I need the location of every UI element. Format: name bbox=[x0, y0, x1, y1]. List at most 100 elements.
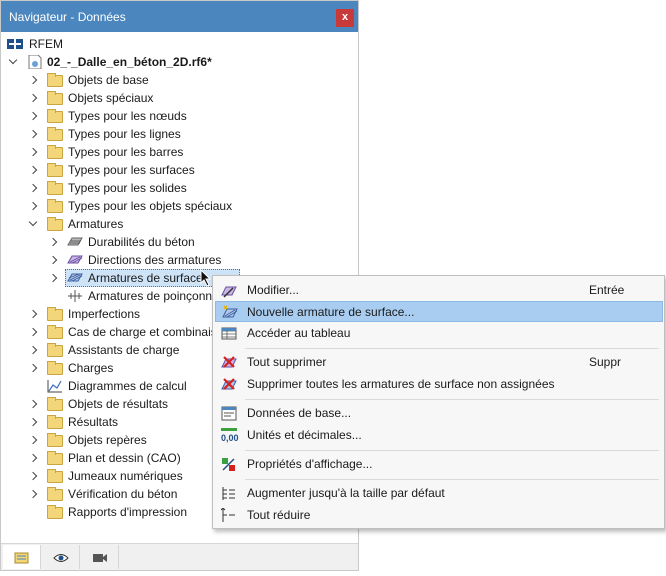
tree-item-label: Types pour les solides bbox=[68, 181, 187, 195]
menu-separator bbox=[245, 399, 659, 400]
punching-reinforcement-icon bbox=[68, 290, 82, 302]
chevron-right-icon[interactable] bbox=[27, 125, 39, 143]
tree-item-label: Types pour les nœuds bbox=[68, 109, 187, 123]
rfem-logo-icon bbox=[7, 39, 23, 49]
chevron-right-icon[interactable] bbox=[27, 305, 39, 323]
tree-item-label: Charges bbox=[68, 361, 114, 375]
eye-icon bbox=[52, 553, 69, 562]
chevron-right-icon[interactable] bbox=[27, 359, 39, 377]
chevron-right-icon[interactable] bbox=[27, 485, 39, 503]
folder-icon bbox=[47, 217, 63, 231]
menu-item-label: Unités et décimales... bbox=[247, 428, 362, 442]
chevron-right-icon[interactable] bbox=[27, 413, 39, 431]
base-data-icon bbox=[221, 406, 237, 421]
concrete-durability-icon bbox=[67, 237, 83, 246]
expand-all-icon bbox=[222, 487, 235, 500]
close-button[interactable]: x bbox=[336, 9, 354, 27]
folder-icon bbox=[47, 109, 63, 123]
units-decimals-icon: 0,00 bbox=[221, 428, 239, 443]
camera-icon bbox=[92, 553, 107, 562]
table-icon bbox=[221, 327, 237, 340]
chart-icon bbox=[47, 380, 62, 393]
chevron-right-icon[interactable] bbox=[27, 395, 39, 413]
tree-item-label: Armatures de surface bbox=[88, 271, 203, 285]
tree-item-label: Objets de base bbox=[68, 73, 149, 87]
menu-item-table[interactable]: Accéder au tableau bbox=[215, 323, 663, 344]
tree-root-label: RFEM bbox=[29, 37, 63, 51]
tree-item-label: Diagrammes de calcul bbox=[68, 379, 187, 393]
folder-icon bbox=[47, 73, 63, 87]
tab-views[interactable] bbox=[81, 545, 119, 569]
new-surface-reinforcement-icon bbox=[222, 305, 238, 318]
chevron-right-icon[interactable] bbox=[27, 179, 39, 197]
folder-icon bbox=[47, 145, 63, 159]
folder-icon bbox=[47, 91, 63, 105]
menu-item-expand[interactable]: Augmenter jusqu'à la taille par défaut bbox=[215, 483, 663, 504]
tree-item-label: Objets spéciaux bbox=[68, 91, 154, 105]
display-properties-icon bbox=[222, 458, 235, 471]
folder-icon bbox=[47, 199, 63, 213]
tab-data[interactable] bbox=[3, 545, 41, 569]
chevron-right-icon[interactable] bbox=[47, 233, 59, 251]
menu-item-units[interactable]: 0,00 Unités et décimales... bbox=[215, 425, 663, 446]
project-label: 02_-_Dalle_en_béton_2D.rf6* bbox=[47, 55, 212, 69]
chevron-down-icon[interactable] bbox=[27, 215, 39, 233]
chevron-right-icon[interactable] bbox=[27, 341, 39, 359]
chevron-right-icon[interactable] bbox=[27, 107, 39, 125]
menu-item-label: Supprimer toutes les armatures de surfac… bbox=[247, 377, 555, 391]
chevron-right-icon[interactable] bbox=[27, 449, 39, 467]
menu-item-label: Propriétés d'affichage... bbox=[247, 457, 373, 471]
menu-separator bbox=[245, 450, 659, 451]
tree-item-label: Types pour les surfaces bbox=[68, 163, 195, 177]
folder-icon bbox=[47, 505, 63, 519]
menu-item-label: Augmenter jusqu'à la taille par défaut bbox=[247, 486, 445, 500]
folder-icon bbox=[47, 469, 63, 483]
menu-item-collapse[interactable]: Tout réduire bbox=[215, 505, 663, 526]
data-tab-icon bbox=[14, 552, 28, 564]
tree-item-label: Plan et dessin (CAO) bbox=[68, 451, 181, 465]
menu-item-delete-unassigned[interactable]: Supprimer toutes les armatures de surfac… bbox=[215, 374, 663, 395]
chevron-right-icon[interactable] bbox=[27, 161, 39, 179]
chevron-right-icon[interactable] bbox=[47, 251, 59, 269]
chevron-down-icon[interactable] bbox=[7, 53, 19, 71]
menu-item-new[interactable]: Nouvelle armature de surface... bbox=[215, 301, 663, 322]
delete-unassigned-icon bbox=[221, 378, 237, 390]
folder-icon bbox=[47, 415, 63, 429]
mouse-cursor-icon bbox=[200, 269, 212, 287]
chevron-right-icon[interactable] bbox=[27, 143, 39, 161]
edit-icon bbox=[221, 286, 237, 298]
project-file-icon bbox=[28, 55, 42, 69]
shortcut-label: Suppr bbox=[589, 355, 622, 369]
chevron-right-icon[interactable] bbox=[27, 431, 39, 449]
chevron-right-icon[interactable] bbox=[27, 323, 39, 341]
menu-item-display-properties[interactable]: Propriétés d'affichage... bbox=[215, 454, 663, 475]
tree-item-label: Imperfections bbox=[68, 307, 141, 321]
folder-icon bbox=[47, 181, 63, 195]
tab-display[interactable] bbox=[42, 545, 80, 569]
chevron-right-icon[interactable] bbox=[27, 467, 39, 485]
reinforcement-direction-icon bbox=[67, 255, 83, 264]
folder-icon bbox=[47, 325, 63, 339]
menu-item-label: Données de base... bbox=[247, 406, 352, 420]
tree-item-label: Armatures bbox=[68, 217, 124, 231]
menu-item-modify[interactable]: Modifier... Entrée bbox=[215, 280, 663, 301]
tree-item-label: Jumeaux numériques bbox=[68, 469, 183, 483]
menu-item-label: Tout supprimer bbox=[247, 355, 327, 369]
chevron-right-icon[interactable] bbox=[27, 89, 39, 107]
folder-icon bbox=[47, 487, 63, 501]
chevron-right-icon[interactable] bbox=[27, 197, 39, 215]
tree-item-label: Objets de résultats bbox=[68, 397, 169, 411]
menu-separator bbox=[245, 348, 659, 349]
chevron-right-icon[interactable] bbox=[47, 269, 59, 287]
folder-icon bbox=[47, 163, 63, 177]
title-bar: Navigateur - Données x bbox=[1, 1, 358, 32]
folder-icon bbox=[47, 127, 63, 141]
chevron-right-icon[interactable] bbox=[27, 71, 39, 89]
collapse-all-icon bbox=[221, 508, 235, 522]
menu-item-delete-all[interactable]: Tout supprimer Suppr bbox=[215, 352, 663, 373]
menu-item-base-data[interactable]: Données de base... bbox=[215, 403, 663, 424]
folder-icon bbox=[47, 397, 63, 411]
tree-item-label: Types pour les objets spéciaux bbox=[68, 199, 233, 213]
shortcut-label: Entrée bbox=[589, 283, 625, 297]
tree-item-label: Assistants de charge bbox=[68, 343, 180, 357]
